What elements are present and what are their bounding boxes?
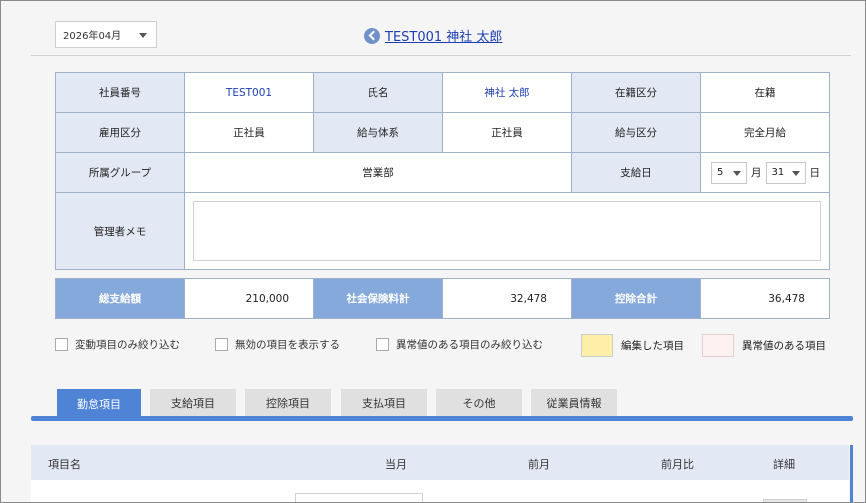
tab-other[interactable]: その他 [436,389,522,416]
col-item-name: 項目名 [48,458,81,471]
col-ratio: 前月比 [661,458,694,471]
item-list-header: 項目名 当月 前月 前月比 詳細 [31,445,849,480]
social-insurance-label: 社会保険料計 [313,278,443,319]
back-arrow-icon[interactable] [364,27,380,44]
col-current: 当月 [385,458,407,471]
abnormal-legend-label: 異常値のある項目 [742,340,826,352]
tab-employee-info[interactable]: 従業員情報 [531,389,617,416]
group-label: 所属グループ [55,152,185,193]
payroll-detail-window: 2026年04月 TEST001 神社 太郎 社員番号 TEST001 氏名 神… [0,0,866,503]
status-label: 在籍区分 [571,72,701,113]
totals-table: 総支給額 210,000 社会保険料計 32,478 控除合計 36,478 [55,278,830,319]
abnormal-only-label: 異常値のある項目のみ絞り込む [396,339,543,351]
pay-system-label: 給与体系 [313,112,443,153]
col-previous: 前月 [528,458,550,471]
scrollbar[interactable] [850,445,853,502]
abnormal-swatch [702,334,734,357]
memo-label: 管理者メモ [55,192,185,270]
employee-info-table: 社員番号 TEST001 氏名 神社 太郎 在籍区分 在籍 雇用区分 正社員 給… [55,72,830,270]
pay-class-value: 完全月給 [700,112,830,153]
chevron-down-icon [139,33,147,38]
name-value: 神社 太郎 [442,72,572,113]
pay-month-select[interactable]: 5 [711,161,747,184]
emp-no-label: 社員番号 [55,72,185,113]
pay-system-value: 正社員 [442,112,572,153]
list-item [31,480,849,502]
pay-month-value: 5 [717,166,724,178]
deduction-total-label: 控除合計 [571,278,701,319]
employment-label: 雇用区分 [55,112,185,153]
show-invalid-checkbox[interactable]: 無効の項目を表示する [215,337,340,352]
employment-value: 正社員 [184,112,314,153]
gross-pay-value: 210,000 [184,278,314,319]
employee-back-link[interactable]: TEST001 神社 太郎 [364,26,502,45]
pay-day-value: 31 [771,166,785,178]
filter-bar: 変動項目のみ絞り込む 無効の項目を表示する 異常値のある項目のみ絞り込む 編集し… [55,334,831,357]
pay-date-label: 支給日 [571,152,701,193]
month-select[interactable]: 2026年04月 [55,21,157,48]
current-value-input[interactable] [295,493,423,502]
tab-underline [31,416,853,421]
month-select-value: 2026年04月 [63,31,122,42]
show-invalid-label: 無効の項目を表示する [235,339,340,351]
checkbox-icon[interactable] [55,338,68,351]
checkbox-icon[interactable] [215,338,228,351]
emp-no-value: TEST001 [184,72,314,113]
abnormal-only-checkbox[interactable]: 異常値のある項目のみ絞り込む [376,337,543,352]
checkbox-icon[interactable] [376,338,389,351]
changed-only-label: 変動項目のみ絞り込む [75,339,180,351]
pay-day-select[interactable]: 31 [765,161,806,184]
col-detail: 詳細 [773,458,795,471]
changed-only-checkbox[interactable]: 変動項目のみ絞り込む [55,337,180,352]
edited-legend: 編集した項目 [581,334,684,357]
detail-button[interactable] [763,499,807,502]
group-value: 営業部 [184,152,572,193]
edited-swatch [581,334,613,357]
day-unit: 日 [809,167,821,179]
abnormal-legend: 異常値のある項目 [702,334,826,357]
pay-class-label: 給与区分 [571,112,701,153]
employee-title[interactable]: TEST001 神社 太郎 [385,26,502,45]
status-value: 在籍 [700,72,830,113]
deduction-total-value: 36,478 [700,278,830,319]
edited-legend-label: 編集した項目 [621,340,684,352]
chevron-down-icon [791,170,800,176]
chevron-down-icon [733,170,741,176]
gross-pay-label: 総支給額 [55,278,185,319]
header-divider [31,55,851,56]
pay-date-cell: 5 月 31 日 [700,152,830,193]
month-unit: 月 [751,167,762,179]
memo-textarea[interactable] [193,201,821,261]
tab-attendance[interactable]: 勤怠項目 [57,389,141,418]
tab-disbursements[interactable]: 支払項目 [341,389,427,416]
name-label: 氏名 [313,72,443,113]
tab-payments[interactable]: 支給項目 [150,389,236,416]
social-insurance-value: 32,478 [442,278,572,319]
memo-cell [184,192,830,270]
tab-deductions[interactable]: 控除項目 [245,389,331,416]
